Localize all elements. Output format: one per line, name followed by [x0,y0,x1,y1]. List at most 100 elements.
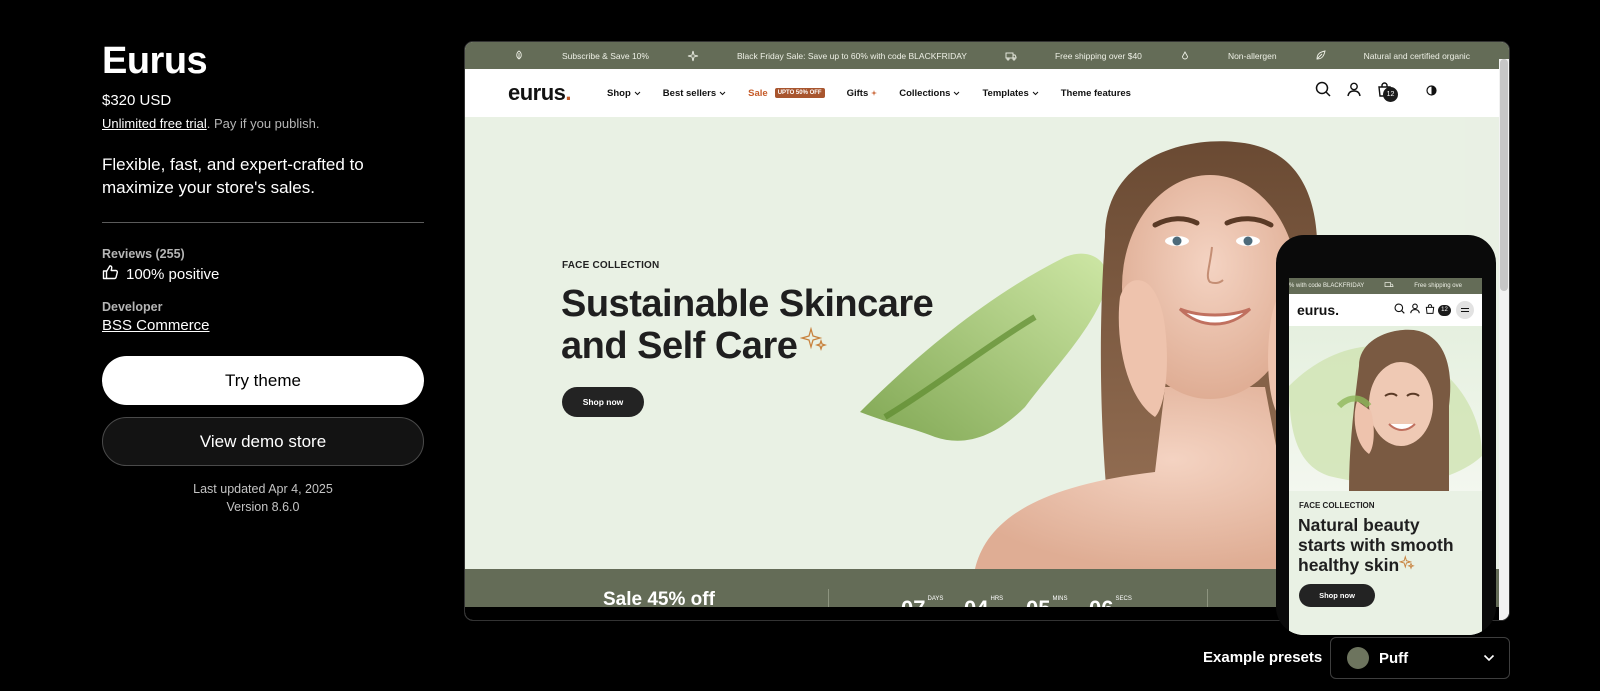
main-menu: Shop Best sellers Sale UPTO 50% OFF Gifts… [607,88,1131,99]
divider [102,222,424,223]
announcement-bar: Subscribe & Save 10% Black Friday Sale: … [465,42,1509,69]
theme-title: Eurus [102,40,208,82]
announcement-item: Subscribe & Save 10% [562,50,649,61]
countdown-unit: SECS [1115,596,1132,602]
cart-count-badge: 12 [1438,304,1451,316]
hero-headline-line-1: Sustainable Skincare [561,283,934,325]
organic-leaf-icon [1315,50,1326,61]
countdown-unit: DAYS [927,596,944,602]
last-updated: Last updated Apr 4, 2025 [193,482,333,496]
mobile-headline-line-2: starts with smooth [1298,535,1454,555]
trial-info: Unlimited free trial. Pay if you publish… [102,116,424,131]
theme-info-panel: Eurus $320 USD Unlimited free trial. Pay… [102,38,424,516]
mobile-hero-image [1289,326,1482,491]
sparkle-icon [1398,555,1415,575]
mobile-announcement-item: % with code BLACKFRIDAY [1289,283,1365,289]
truck-icon [1384,281,1394,291]
mobile-kicker: FACE COLLECTION [1299,501,1375,510]
cart-button[interactable]: 12 [1377,81,1398,102]
mobile-headline-line-3-wrap: healthy skin [1298,555,1454,575]
sparkle-icon [687,50,699,62]
announcement-item: Black Friday Sale: Save up to 60% with c… [737,50,967,61]
mobile-header-icons: 12 [1394,301,1482,319]
menu-item-theme-features[interactable]: Theme features [1061,88,1131,99]
search-icon[interactable] [1315,81,1331,102]
free-trial-link[interactable]: Unlimited free trial [102,116,207,131]
theme-tagline: Flexible, fast, and expert-crafted to ma… [102,155,364,197]
menu-item-templates[interactable]: Templates [982,87,1039,99]
reviews-summary: 100% positive [102,264,424,284]
view-demo-store-button[interactable]: View demo store [102,417,424,466]
developer-label: Developer [102,300,163,314]
chevron-down-icon [634,88,641,99]
hero-headline-line-2-wrap: and Self Care [561,325,933,367]
drop-icon [1180,50,1190,61]
mobile-preview[interactable]: % with code BLACKFRIDAY Free shipping ov… [1276,235,1496,635]
store-logo[interactable]: eurus. [508,80,572,106]
store-header: eurus. Shop Best sellers Sale UPTO 50% OF… [465,69,1509,117]
menu-label: Collections [899,87,951,99]
menu-item-shop[interactable]: Shop [607,88,641,99]
menu-item-best-sellers[interactable]: Best sellers [663,88,726,99]
announcement-item: Free shipping over $40 [1054,50,1142,61]
hero-kicker: FACE COLLECTION [562,260,660,271]
cart-icon[interactable] [1425,301,1435,319]
hero-headline-line-2: and Self Care [561,325,798,367]
developer-link[interactable]: BSS Commerce [102,317,210,334]
example-presets-label: Example presets [1203,649,1323,666]
menu-label: Theme features [1060,87,1131,99]
account-icon[interactable] [1410,301,1420,319]
logo-dot: . [565,80,572,105]
search-icon[interactable] [1394,301,1405,319]
chevron-down-icon [719,88,726,99]
theme-toggle-icon[interactable] [1426,83,1437,101]
menu-item-sale[interactable]: Sale UPTO 50% OFF [748,87,825,99]
countdown-unit: MINS [1052,596,1068,602]
mobile-logo[interactable]: eurus. [1297,302,1339,318]
leaf-icon [514,49,524,62]
theme-price: $320 USD [102,92,172,109]
mobile-headline: Natural beauty starts with smooth health… [1298,515,1454,575]
menu-item-collections[interactable]: Collections [899,88,960,99]
preset-selected-name: Puff [1379,649,1409,667]
header-icons: 12 [1315,81,1437,102]
preset-color-swatch [1347,647,1369,669]
mobile-hero-photo [1289,329,1482,491]
mobile-header: eurus. 12 [1289,294,1482,326]
hamburger-menu-icon[interactable] [1456,301,1474,319]
chevron-down-icon [1032,88,1039,99]
hero-headline: Sustainable Skincare and Self Care [561,283,934,367]
trial-note: . Pay if you publish. [206,116,320,131]
hero-shop-now-button[interactable]: Shop now [562,387,644,417]
update-info: Last updated Apr 4, 2025 Version 8.6.0 [102,480,424,516]
mobile-shop-now-button[interactable]: Shop now [1299,584,1375,607]
countdown-unit: HRS [990,596,1004,602]
mobile-screen: % with code BLACKFRIDAY Free shipping ov… [1289,278,1482,635]
sparkle-icon [800,321,828,363]
chevron-down-icon [953,88,960,99]
announcement-item: Natural and certified organic [1363,50,1470,61]
cart-count-badge: 12 [1383,86,1398,102]
announcement-item: Non-allergen [1227,50,1277,61]
truck-icon [1005,51,1017,61]
preview-scrollbar-thumb[interactable] [1500,59,1508,291]
chevron-down-icon [1483,649,1495,667]
menu-label: Best sellers [662,87,717,99]
try-theme-button[interactable]: Try theme [102,356,424,405]
menu-label: Shop [607,87,631,99]
menu-label: Sale [748,87,768,99]
sparkle-icon [871,88,878,99]
preset-dropdown[interactable]: Puff [1330,637,1510,679]
mobile-hero-content: FACE COLLECTION Natural beauty starts wi… [1289,491,1482,635]
mobile-headline-line-1: Natural beauty [1298,515,1420,535]
reviews-positive: 100% positive [126,265,220,283]
account-icon[interactable] [1347,82,1361,102]
sale-badge: UPTO 50% OFF [774,88,825,98]
menu-label: Templates [982,87,1029,99]
divider [1207,589,1208,609]
thumbs-up-icon [102,264,119,284]
divider [828,589,829,609]
menu-item-gifts[interactable]: Gifts [847,88,878,99]
version: Version 8.6.0 [226,500,300,514]
menu-label: Gifts [846,87,869,99]
